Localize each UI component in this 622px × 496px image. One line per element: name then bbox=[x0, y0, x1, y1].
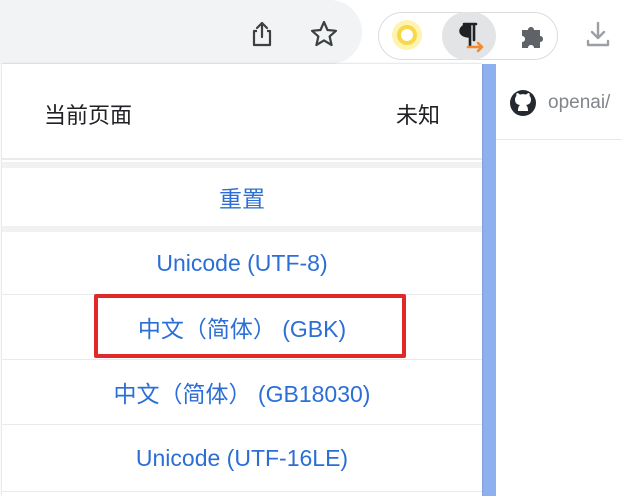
encoding-option-gb18030[interactable]: 中文（简体） (GB18030) bbox=[2, 360, 482, 424]
encoding-option-utf8[interactable]: Unicode (UTF-8) bbox=[2, 232, 482, 294]
reset-button[interactable]: 重置 bbox=[2, 168, 482, 226]
current-page-value: 未知 bbox=[395, 103, 440, 128]
star-icon[interactable] bbox=[306, 16, 342, 52]
page-content: openai/ bbox=[482, 64, 622, 496]
download-icon[interactable] bbox=[580, 16, 616, 52]
repo-tab-text: openai/ bbox=[548, 92, 611, 113]
github-icon bbox=[510, 90, 536, 116]
encoding-popup: 当前页面 未知 重置 Unicode (UTF-8) 中文（简体） (GBK) … bbox=[2, 64, 482, 496]
browser-toolbar bbox=[0, 0, 622, 64]
current-page-label: 当前页面 bbox=[44, 103, 133, 128]
repo-tab-row[interactable]: openai/ bbox=[496, 64, 622, 140]
highlight-box bbox=[94, 294, 406, 358]
current-page-header: 当前页面 未知 bbox=[2, 64, 482, 160]
puzzle-icon[interactable] bbox=[514, 18, 550, 54]
encoding-option-utf16le[interactable]: Unicode (UTF-16LE) bbox=[2, 425, 482, 491]
share-icon[interactable] bbox=[244, 16, 280, 52]
option-divider bbox=[2, 491, 482, 492]
yellow-extension-icon[interactable] bbox=[392, 20, 422, 50]
yellow-ring-icon bbox=[397, 25, 417, 45]
page-scroll-strip bbox=[482, 64, 496, 496]
browser-window: openai/ 当前页面 未知 重置 Unicode (UTF-8) 中文（简体… bbox=[0, 0, 622, 496]
pilcrow-encoding-icon[interactable] bbox=[442, 12, 496, 60]
